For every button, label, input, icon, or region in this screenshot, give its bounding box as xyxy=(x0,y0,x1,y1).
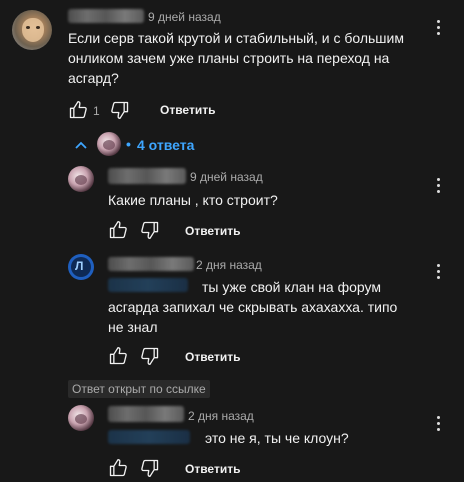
reply-time[interactable]: 2 дня назад xyxy=(188,409,254,423)
dislike-icon[interactable] xyxy=(140,346,160,366)
author-name[interactable] xyxy=(108,257,194,271)
like-icon[interactable] xyxy=(108,458,128,478)
reply-time[interactable]: 9 дней назад xyxy=(190,170,263,184)
more-options-icon[interactable] xyxy=(433,264,443,282)
linked-reply-badge: Ответ открыт по ссылке xyxy=(68,380,210,398)
reply-text: это не я, ты че клоун? xyxy=(205,428,435,448)
comment-text-line: онликом зачем уже планы строить на перех… xyxy=(68,50,390,66)
dislike-icon[interactable] xyxy=(140,458,160,478)
like-icon[interactable] xyxy=(108,220,128,240)
reply-text-line: ты уже свой клан на форум xyxy=(202,279,382,295)
author-name[interactable] xyxy=(108,168,186,184)
reply-text: Какие планы , кто строит? xyxy=(108,190,428,210)
replies-count-link[interactable]: 4 ответа xyxy=(137,137,194,153)
avatar[interactable]: Л xyxy=(68,254,94,280)
reply-text-line: Какие планы , кто строит? xyxy=(108,192,278,208)
author-name[interactable] xyxy=(108,406,184,422)
avatar xyxy=(97,132,121,156)
reply-text-line: асгарда запихал че скрывать ахахахха. ти… xyxy=(108,299,398,315)
like-count: 1 xyxy=(93,104,100,118)
avatar[interactable] xyxy=(68,405,94,431)
reply-button[interactable]: Ответить xyxy=(185,350,240,364)
avatar-mark: Л xyxy=(75,259,84,273)
reply-text: ты уже свой клан на форум асгарда запиха… xyxy=(108,277,438,337)
comment-text-line: асгард? xyxy=(68,70,119,86)
like-icon[interactable] xyxy=(68,100,88,120)
mention-link[interactable] xyxy=(108,430,190,444)
dislike-icon[interactable] xyxy=(140,220,160,240)
comment-time[interactable]: 9 дней назад xyxy=(148,10,221,24)
dislike-icon[interactable] xyxy=(110,100,130,120)
chevron-up-icon[interactable] xyxy=(74,138,88,152)
avatar[interactable] xyxy=(68,166,94,192)
reply-button[interactable]: Ответить xyxy=(185,224,240,238)
comment-text: Если серв такой крутой и стабильный, и с… xyxy=(68,28,438,88)
reply-button[interactable]: Ответить xyxy=(185,462,240,476)
more-options-icon[interactable] xyxy=(433,20,443,38)
more-options-icon[interactable] xyxy=(433,416,443,434)
comment-text-line: Если серв такой крутой и стабильный, и с… xyxy=(68,30,404,46)
avatar[interactable] xyxy=(12,10,52,50)
reply-time[interactable]: 2 дня назад xyxy=(196,258,262,272)
replies-dot: • xyxy=(126,136,131,152)
more-options-icon[interactable] xyxy=(433,178,443,196)
like-icon[interactable] xyxy=(108,346,128,366)
reply-text-line: не знал xyxy=(108,319,158,335)
author-name[interactable] xyxy=(68,9,144,23)
reply-button[interactable]: Ответить xyxy=(160,103,215,117)
reply-text-line: это не я, ты че клоун? xyxy=(205,430,349,446)
